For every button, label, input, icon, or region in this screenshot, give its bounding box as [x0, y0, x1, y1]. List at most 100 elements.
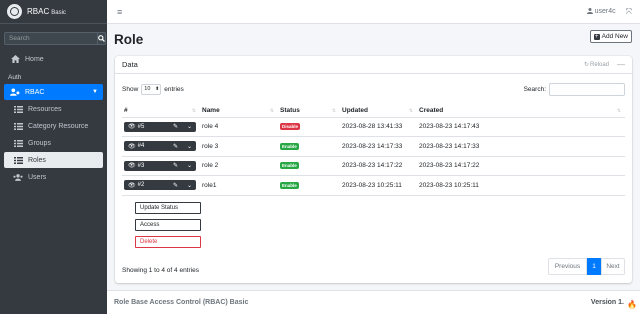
fullscreen-icon[interactable]: ⤧	[626, 7, 632, 17]
eye-icon[interactable]: 👁	[128, 143, 136, 150]
row-actions: 👁 #3 ✎ ⌄	[122, 155, 200, 176]
status-badge: Enable	[280, 181, 299, 189]
row-name: role1	[200, 175, 278, 196]
sidebar-item-label: Home	[25, 55, 44, 63]
chevron-down-icon[interactable]: ⌄	[187, 123, 192, 130]
table-controls: Show 10 ⬍ entries Search:	[122, 82, 625, 96]
column-header-status[interactable]: Status ⇅	[278, 105, 340, 118]
sidebar-item-home[interactable]: Home	[4, 51, 103, 67]
pagination-next[interactable]: Next	[601, 258, 625, 275]
users-cog-icon	[10, 88, 20, 96]
entries-label: entries	[164, 85, 184, 93]
chevron-down-icon[interactable]: ⌄	[187, 162, 192, 169]
row-action-bar[interactable]: 👁 #4 ✎ ⌄	[124, 141, 196, 152]
brand-logo-icon	[7, 4, 22, 19]
row-id: #3	[137, 162, 145, 169]
row-name: role 2	[200, 155, 278, 176]
sidebar-search-input[interactable]	[4, 32, 97, 45]
menu-toggle-icon[interactable]: ≡	[117, 7, 122, 17]
flame-icon: 🔥	[627, 300, 637, 309]
eye-icon[interactable]: 👁	[128, 182, 136, 189]
row-id: #5	[137, 123, 145, 130]
edit-icon[interactable]: ✎	[173, 123, 178, 130]
eye-icon[interactable]: 👁	[128, 123, 136, 130]
footer-text: Role Base Access Control (RBAC) Basic	[114, 299, 249, 306]
column-header-name[interactable]: Name ⇅	[200, 105, 278, 118]
page-title: Role	[114, 32, 144, 47]
access-button[interactable]: Access	[135, 219, 201, 231]
column-header-created[interactable]: Created ⇅	[417, 105, 625, 118]
entries-select[interactable]: 10 ⬍	[141, 83, 162, 95]
row-id: #4	[137, 143, 145, 150]
sidebar-item-label: Category Resource	[28, 122, 89, 130]
sidebar-item-resources[interactable]: Resources	[4, 101, 103, 117]
sidebar-item-category-resource[interactable]: Category Resource	[4, 118, 103, 134]
table-info: Showing 1 to 4 of 4 entries	[122, 267, 199, 274]
add-new-button[interactable]: + Add New	[589, 30, 632, 43]
sidebar-item-groups[interactable]: Groups	[4, 135, 103, 151]
plus-icon: +	[593, 33, 600, 40]
show-label: Show	[122, 85, 139, 93]
list-icon	[13, 122, 23, 130]
main-content: Role + Add New Data ↻ Reload — Show 10 ⬍…	[107, 24, 640, 290]
row-action-bar[interactable]: 👁 #2 ✎ ⌄	[124, 180, 196, 191]
table-header-row: # ⇅ Name ⇅ Status ⇅ Updated ⇅ Created ⇅	[122, 105, 625, 118]
sidebar-item-label: Groups	[28, 139, 51, 147]
search-icon	[98, 35, 105, 42]
row-action-bar[interactable]: 👁 #5 ✎ ⌄	[124, 121, 196, 132]
chevron-down-icon[interactable]: ⌄	[187, 182, 192, 189]
brand[interactable]: RBAC Basic	[0, 0, 107, 24]
nav-header-auth: Auth	[8, 74, 22, 81]
footer-version: Version 1.	[590, 299, 624, 306]
pagination: Previous 1 Next	[548, 258, 625, 275]
row-actions: 👁 #2 ✎ ⌄	[122, 175, 200, 196]
collapse-icon[interactable]: —	[617, 60, 625, 69]
edit-icon[interactable]: ✎	[173, 162, 178, 169]
user-name: user4c	[594, 8, 616, 15]
update-status-button[interactable]: Update Status	[135, 202, 201, 214]
delete-button[interactable]: Delete	[135, 236, 201, 248]
home-icon	[10, 55, 20, 63]
chevron-down-icon[interactable]: ⌄	[187, 143, 192, 150]
row-name: role 3	[200, 136, 278, 156]
sort-icon: ⇅	[616, 108, 621, 114]
select-arrows-icon: ⬍	[155, 86, 160, 92]
sort-icon: ⇅	[191, 108, 196, 114]
row-actions: 👁 #4 ✎ ⌄	[122, 136, 200, 156]
pagination-page-1[interactable]: 1	[587, 258, 601, 275]
sidebar-item-rbac[interactable]: RBAC ▼	[4, 84, 103, 100]
row-created: 2023-08-23 10:25:11	[417, 175, 625, 196]
row-id: #2	[137, 182, 145, 189]
pagination-previous[interactable]: Previous	[548, 258, 587, 275]
sidebar-item-users[interactable]: Users	[4, 169, 103, 185]
roles-table: # ⇅ Name ⇅ Status ⇅ Updated ⇅ Created ⇅ 👁 #5 …	[122, 105, 625, 196]
row-updated: 2023-08-23 14:17:33	[340, 136, 417, 156]
data-card: Data ↻ Reload — Show 10 ⬍ entries Search…	[115, 56, 632, 283]
status-badge: Enable	[280, 142, 299, 150]
list-icon	[13, 156, 23, 164]
refresh-icon[interactable]: ↻	[584, 61, 589, 68]
user-menu[interactable]: user4c	[586, 7, 616, 16]
column-header-updated[interactable]: Updated ⇅	[340, 105, 417, 118]
table-search-input[interactable]	[549, 82, 625, 96]
row-action-bar[interactable]: 👁 #3 ✎ ⌄	[124, 160, 196, 171]
sort-icon: ⇅	[269, 108, 274, 114]
footer: Role Base Access Control (RBAC) Basic Ve…	[107, 290, 640, 314]
sidebar-search-button[interactable]	[97, 32, 106, 45]
reload-button[interactable]: Reload	[590, 62, 609, 68]
status-badge: Disable	[280, 123, 301, 131]
brand-text: RBAC Basic	[27, 7, 66, 16]
edit-icon[interactable]: ✎	[173, 182, 178, 189]
sidebar-search	[4, 32, 106, 45]
row-status: Enable	[278, 136, 340, 156]
column-header-id[interactable]: # ⇅	[122, 105, 200, 118]
add-new-label: Add New	[601, 33, 628, 40]
users-icon	[13, 173, 23, 181]
row-status: Disable	[278, 116, 340, 137]
card-tools: ↻ Reload —	[584, 60, 625, 69]
card-title: Data	[122, 60, 138, 69]
edit-icon[interactable]: ✎	[173, 143, 178, 150]
eye-icon[interactable]: 👁	[128, 162, 136, 169]
sidebar-item-label: Roles	[28, 156, 46, 164]
sidebar-item-roles[interactable]: Roles	[4, 152, 103, 168]
